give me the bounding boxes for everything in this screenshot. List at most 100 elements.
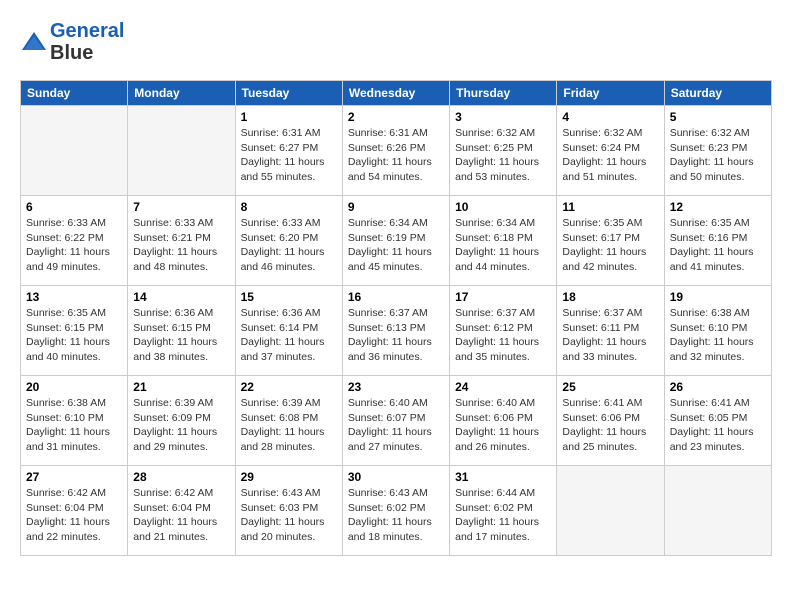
day-info: Sunrise: 6:43 AMSunset: 6:02 PMDaylight:… <box>348 486 444 545</box>
day-info: Sunrise: 6:41 AMSunset: 6:05 PMDaylight:… <box>670 396 766 455</box>
day-number: 20 <box>26 380 122 394</box>
calendar-table: SundayMondayTuesdayWednesdayThursdayFrid… <box>20 80 772 556</box>
day-info: Sunrise: 6:33 AMSunset: 6:20 PMDaylight:… <box>241 216 337 275</box>
day-number: 15 <box>241 290 337 304</box>
day-number: 22 <box>241 380 337 394</box>
day-info: Sunrise: 6:37 AMSunset: 6:12 PMDaylight:… <box>455 306 551 365</box>
day-info: Sunrise: 6:41 AMSunset: 6:06 PMDaylight:… <box>562 396 658 455</box>
day-number: 8 <box>241 200 337 214</box>
day-info: Sunrise: 6:40 AMSunset: 6:06 PMDaylight:… <box>455 396 551 455</box>
week-row-2: 13 Sunrise: 6:35 AMSunset: 6:15 PMDayligh… <box>21 286 772 376</box>
day-cell: 7 Sunrise: 6:33 AMSunset: 6:21 PMDaylight… <box>128 196 235 286</box>
day-cell: 22 Sunrise: 6:39 AMSunset: 6:08 PMDayligh… <box>235 376 342 466</box>
day-number: 4 <box>562 110 658 124</box>
logo: General Blue <box>20 20 124 64</box>
day-cell: 27 Sunrise: 6:42 AMSunset: 6:04 PMDayligh… <box>21 466 128 556</box>
day-info: Sunrise: 6:33 AMSunset: 6:22 PMDaylight:… <box>26 216 122 275</box>
day-cell: 1Sunrise: 6:31 AMSunset: 6:27 PMDaylight… <box>235 106 342 196</box>
day-number: 29 <box>241 470 337 484</box>
day-cell: 8 Sunrise: 6:33 AMSunset: 6:20 PMDaylight… <box>235 196 342 286</box>
day-cell: 15 Sunrise: 6:36 AMSunset: 6:14 PMDayligh… <box>235 286 342 376</box>
day-cell: 23Sunrise: 6:40 AMSunset: 6:07 PMDayligh… <box>342 376 449 466</box>
day-cell: 9 Sunrise: 6:34 AMSunset: 6:19 PMDaylight… <box>342 196 449 286</box>
day-cell: 17 Sunrise: 6:37 AMSunset: 6:12 PMDayligh… <box>450 286 557 376</box>
day-cell: 11 Sunrise: 6:35 AMSunset: 6:17 PMDayligh… <box>557 196 664 286</box>
weekday-header-row: SundayMondayTuesdayWednesdayThursdayFrid… <box>21 81 772 106</box>
day-cell <box>128 106 235 196</box>
day-number: 14 <box>133 290 229 304</box>
day-number: 17 <box>455 290 551 304</box>
day-cell: 21 Sunrise: 6:39 AMSunset: 6:09 PMDayligh… <box>128 376 235 466</box>
weekday-header-tuesday: Tuesday <box>235 81 342 106</box>
day-cell <box>21 106 128 196</box>
day-info: Sunrise: 6:35 AMSunset: 6:17 PMDaylight:… <box>562 216 658 275</box>
day-info: Sunrise: 6:35 AMSunset: 6:15 PMDaylight:… <box>26 306 122 365</box>
day-number: 28 <box>133 470 229 484</box>
day-cell: 19 Sunrise: 6:38 AMSunset: 6:10 PMDayligh… <box>664 286 771 376</box>
day-cell: 18Sunrise: 6:37 AMSunset: 6:11 PMDayligh… <box>557 286 664 376</box>
day-cell: 3 Sunrise: 6:32 AMSunset: 6:25 PMDaylight… <box>450 106 557 196</box>
day-info: Sunrise: 6:37 AMSunset: 6:13 PMDaylight:… <box>348 306 444 365</box>
day-number: 3 <box>455 110 551 124</box>
day-cell: 4 Sunrise: 6:32 AMSunset: 6:24 PMDaylight… <box>557 106 664 196</box>
day-info: Sunrise: 6:39 AMSunset: 6:09 PMDaylight:… <box>133 396 229 455</box>
day-info: Sunrise: 6:36 AMSunset: 6:14 PMDaylight:… <box>241 306 337 365</box>
day-cell: 26 Sunrise: 6:41 AMSunset: 6:05 PMDayligh… <box>664 376 771 466</box>
day-cell: 25 Sunrise: 6:41 AMSunset: 6:06 PMDayligh… <box>557 376 664 466</box>
weekday-header-sunday: Sunday <box>21 81 128 106</box>
day-info: Sunrise: 6:32 AMSunset: 6:25 PMDaylight:… <box>455 126 551 185</box>
day-info: Sunrise: 6:36 AMSunset: 6:15 PMDaylight:… <box>133 306 229 365</box>
day-info: Sunrise: 6:38 AMSunset: 6:10 PMDaylight:… <box>670 306 766 365</box>
day-number: 19 <box>670 290 766 304</box>
weekday-header-monday: Monday <box>128 81 235 106</box>
day-info: Sunrise: 6:40 AMSunset: 6:07 PMDaylight:… <box>348 396 444 455</box>
day-number: 11 <box>562 200 658 214</box>
day-number: 2 <box>348 110 444 124</box>
day-cell: 2 Sunrise: 6:31 AMSunset: 6:26 PMDaylight… <box>342 106 449 196</box>
day-number: 31 <box>455 470 551 484</box>
day-number: 7 <box>133 200 229 214</box>
day-cell: 28 Sunrise: 6:42 AMSunset: 6:04 PMDayligh… <box>128 466 235 556</box>
day-number: 26 <box>670 380 766 394</box>
day-number: 16 <box>348 290 444 304</box>
day-cell: 31 Sunrise: 6:44 AMSunset: 6:02 PMDayligh… <box>450 466 557 556</box>
day-info: Sunrise: 6:31 AMSunset: 6:26 PMDaylight:… <box>348 126 444 185</box>
day-number: 30 <box>348 470 444 484</box>
logo-general: General <box>50 20 124 42</box>
day-number: 10 <box>455 200 551 214</box>
day-cell: 10 Sunrise: 6:34 AMSunset: 6:18 PMDayligh… <box>450 196 557 286</box>
day-number: 25 <box>562 380 658 394</box>
day-number: 6 <box>26 200 122 214</box>
day-cell: 14 Sunrise: 6:36 AMSunset: 6:15 PMDayligh… <box>128 286 235 376</box>
week-row-1: 6 Sunrise: 6:33 AMSunset: 6:22 PMDaylight… <box>21 196 772 286</box>
day-info: Sunrise: 6:44 AMSunset: 6:02 PMDaylight:… <box>455 486 551 545</box>
weekday-header-friday: Friday <box>557 81 664 106</box>
day-number: 9 <box>348 200 444 214</box>
week-row-0: 1Sunrise: 6:31 AMSunset: 6:27 PMDaylight… <box>21 106 772 196</box>
day-cell: 5Sunrise: 6:32 AMSunset: 6:23 PMDaylight… <box>664 106 771 196</box>
day-info: Sunrise: 6:33 AMSunset: 6:21 PMDaylight:… <box>133 216 229 275</box>
day-info: Sunrise: 6:42 AMSunset: 6:04 PMDaylight:… <box>26 486 122 545</box>
day-info: Sunrise: 6:38 AMSunset: 6:10 PMDaylight:… <box>26 396 122 455</box>
day-number: 5 <box>670 110 766 124</box>
day-info: Sunrise: 6:42 AMSunset: 6:04 PMDaylight:… <box>133 486 229 545</box>
day-info: Sunrise: 6:43 AMSunset: 6:03 PMDaylight:… <box>241 486 337 545</box>
day-number: 1 <box>241 110 337 124</box>
day-info: Sunrise: 6:34 AMSunset: 6:18 PMDaylight:… <box>455 216 551 275</box>
day-info: Sunrise: 6:32 AMSunset: 6:24 PMDaylight:… <box>562 126 658 185</box>
day-cell <box>664 466 771 556</box>
weekday-header-saturday: Saturday <box>664 81 771 106</box>
day-cell: 13 Sunrise: 6:35 AMSunset: 6:15 PMDayligh… <box>21 286 128 376</box>
day-info: Sunrise: 6:34 AMSunset: 6:19 PMDaylight:… <box>348 216 444 275</box>
day-number: 27 <box>26 470 122 484</box>
day-cell: 29 Sunrise: 6:43 AMSunset: 6:03 PMDayligh… <box>235 466 342 556</box>
day-number: 13 <box>26 290 122 304</box>
day-number: 21 <box>133 380 229 394</box>
day-info: Sunrise: 6:39 AMSunset: 6:08 PMDaylight:… <box>241 396 337 455</box>
day-cell: 30 Sunrise: 6:43 AMSunset: 6:02 PMDayligh… <box>342 466 449 556</box>
logo-icon <box>20 30 48 54</box>
page-header: General Blue <box>20 20 772 64</box>
day-cell <box>557 466 664 556</box>
day-cell: 16 Sunrise: 6:37 AMSunset: 6:13 PMDayligh… <box>342 286 449 376</box>
week-row-4: 27 Sunrise: 6:42 AMSunset: 6:04 PMDayligh… <box>21 466 772 556</box>
